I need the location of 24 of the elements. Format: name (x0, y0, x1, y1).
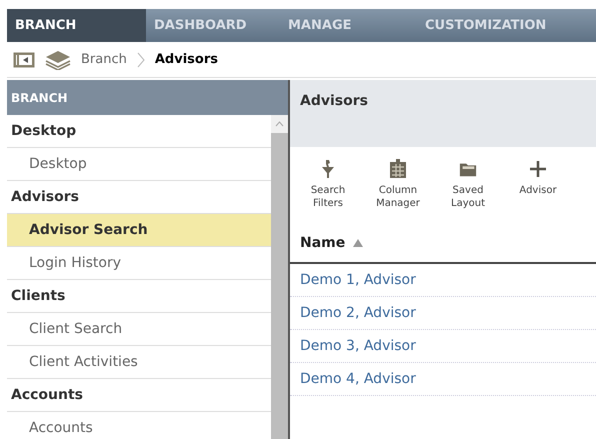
plus-icon (529, 159, 547, 179)
layers-icon (45, 50, 71, 70)
collapse-panel-icon[interactable] (13, 52, 35, 68)
advisor-name-link[interactable]: Demo 2, Advisor (300, 302, 416, 324)
advisor-name-link[interactable]: Demo 3, Advisor (300, 336, 416, 356)
nav-tab[interactable]: BRANCH (7, 9, 146, 42)
breadcrumb-current: Advisors (154, 50, 218, 69)
grid-icon (389, 159, 407, 179)
scrollbar[interactable] (271, 115, 288, 439)
scroll-up-icon[interactable] (275, 121, 284, 127)
panel-title: Advisors (300, 93, 368, 109)
sidebar-item[interactable]: Advisor Search (7, 214, 271, 247)
filter-icon (319, 159, 337, 179)
sidebar-header: BRANCH (7, 80, 288, 115)
column-title: Name (300, 234, 346, 252)
toolbar-button[interactable]: Saved Layout (440, 159, 496, 210)
chevron-right-icon (136, 52, 145, 68)
toolbar-button[interactable]: Search Filters (300, 159, 356, 210)
advisor-name-link[interactable]: Demo 4, Advisor (300, 368, 416, 390)
column-header[interactable]: Name (290, 224, 596, 264)
toolbar-button[interactable]: Advisor (510, 159, 566, 197)
advisor-name-link[interactable]: Demo 1, Advisor (300, 270, 416, 290)
toolbar-button[interactable]: Column Manager (370, 159, 426, 210)
breadcrumb-link[interactable]: Branch (81, 50, 127, 70)
